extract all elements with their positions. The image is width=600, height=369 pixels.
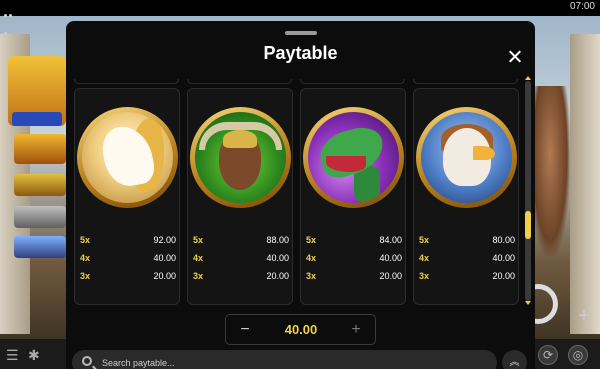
jackpot-major: [14, 174, 66, 196]
pay-list: 5x 88.00 4x 40.00 3x 20.00: [193, 235, 289, 289]
drag-handle[interactable]: [285, 31, 317, 35]
settings-icon[interactable]: ✱: [28, 347, 44, 363]
search-input[interactable]: [102, 355, 482, 369]
marble-column-right: [570, 34, 600, 334]
pay-row: 3x 20.00: [419, 271, 515, 281]
pay-row: 4x 40.00: [419, 253, 515, 263]
pay-row: 5x 80.00: [419, 235, 515, 245]
jackpot-mini: [14, 236, 66, 258]
pay-row: 4x 40.00: [193, 253, 289, 263]
bet-plus-icon[interactable]: +: [574, 306, 594, 326]
dragon-icon: [303, 107, 404, 208]
bet-value: 40.00: [284, 322, 318, 337]
bet-increase-button[interactable]: +: [345, 319, 367, 341]
pay-row: 3x 20.00: [306, 271, 402, 281]
scrollbar-thumb[interactable]: [525, 211, 531, 239]
pay-row: 3x 20.00: [80, 271, 176, 281]
pay-row: 4x 40.00: [306, 253, 402, 263]
symbol-card-dragon[interactable]: 5x 84.00 4x 40.00 3x 20.00: [300, 88, 406, 305]
pay-row: 4x 40.00: [80, 253, 176, 263]
paytable-modal: Paytable 5x 92.00 4x 40.00 3x 20.00 5x 88.00…: [66, 21, 535, 369]
scroll-down-icon[interactable]: [525, 301, 531, 305]
game-logo-banner: [12, 112, 62, 126]
symbol-card-griffin[interactable]: 5x 80.00 4x 40.00 3x 20.00: [413, 88, 519, 305]
pay-row: 5x 88.00: [193, 235, 289, 245]
scrollbar-track[interactable]: [525, 81, 531, 301]
pay-list: 5x 92.00 4x 40.00 3x 20.00: [80, 235, 176, 289]
pay-list: 5x 80.00 4x 40.00 3x 20.00: [419, 235, 515, 289]
jackpot-minor: [14, 206, 66, 228]
coins-icon[interactable]: ◎: [568, 345, 588, 365]
symbol-cards: 5x 92.00 4x 40.00 3x 20.00 5x 88.00 4x 40.00 …: [74, 88, 524, 305]
griffin-icon: [416, 107, 517, 208]
pay-row: 5x 92.00: [80, 235, 176, 245]
menu-dots-icon: [4, 4, 18, 35]
pay-row: 5x 84.00: [306, 235, 402, 245]
bet-stepper: − 40.00 +: [225, 314, 376, 345]
scroll-to-top-button[interactable]: ︽: [502, 350, 527, 369]
status-bar: 07:00: [0, 0, 600, 35]
menu-icon[interactable]: ☰: [6, 347, 22, 363]
symbol-card-bull[interactable]: 5x 88.00 4x 40.00 3x 20.00: [187, 88, 293, 305]
horse-icon: [77, 107, 178, 208]
modal-title: Paytable: [263, 43, 338, 63]
jackpot-mega: [14, 134, 66, 164]
bull-icon: [190, 107, 291, 208]
autoplay-icon[interactable]: ⟳: [538, 345, 558, 365]
zeus-figure: [530, 86, 570, 256]
previous-cards-row: [74, 79, 518, 85]
status-time: 07:00: [569, 1, 595, 12]
search-bar[interactable]: [72, 350, 497, 369]
bet-decrease-button[interactable]: −: [234, 319, 256, 341]
search-icon: [82, 356, 92, 366]
scroll-up-icon[interactable]: [525, 76, 531, 80]
pay-list: 5x 84.00 4x 40.00 3x 20.00: [306, 235, 402, 289]
pay-row: 3x 20.00: [193, 271, 289, 281]
symbol-card-horse[interactable]: 5x 92.00 4x 40.00 3x 20.00: [74, 88, 180, 305]
close-icon[interactable]: [506, 48, 524, 66]
